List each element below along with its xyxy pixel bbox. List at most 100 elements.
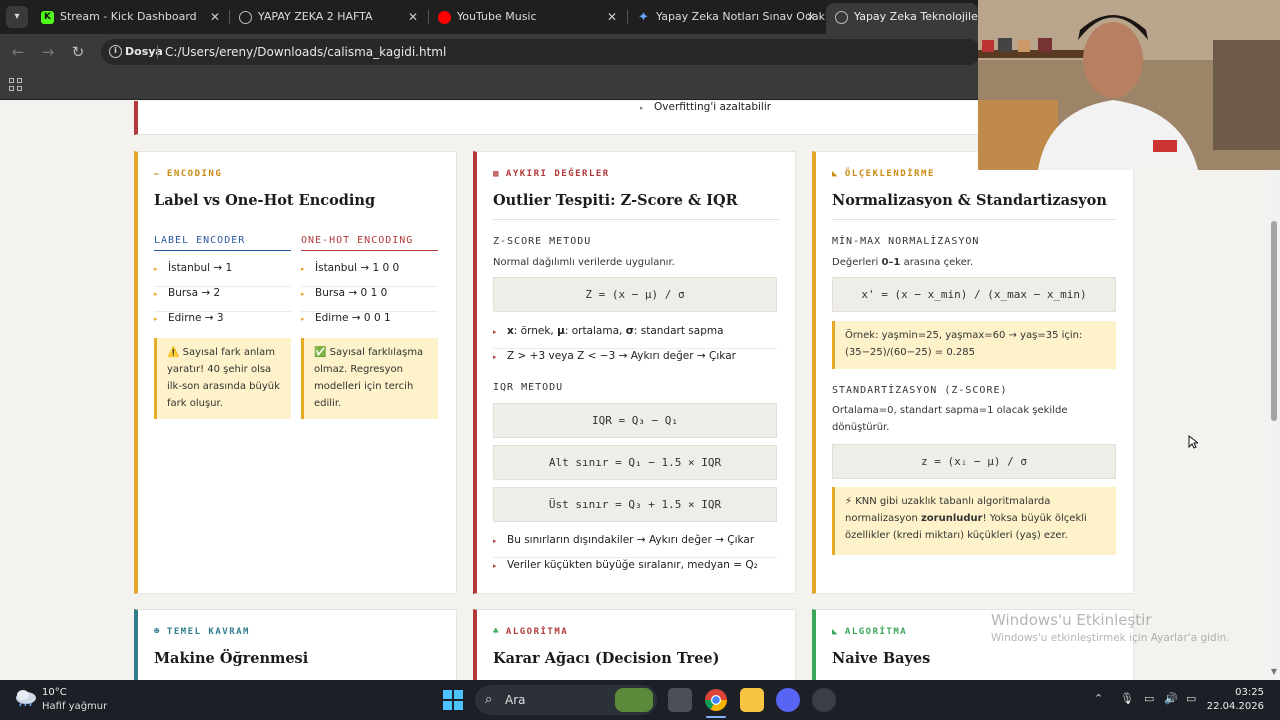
mouse-cursor-icon	[1188, 435, 1198, 449]
list-item: ▸ Edirne → 0 0 1	[301, 312, 391, 324]
back-arrow-icon[interactable]: ←	[8, 42, 28, 62]
ruler-icon: ◣	[832, 169, 839, 179]
close-icon[interactable]: ✕	[210, 3, 220, 31]
battery-icon[interactable]: ▭	[1186, 692, 1196, 705]
globe-icon	[239, 11, 252, 24]
reload-icon[interactable]: ↻	[68, 42, 88, 62]
discord-icon[interactable]	[776, 688, 800, 712]
list-item: ▸ Bursa → 2	[154, 287, 291, 312]
close-icon[interactable]: ✕	[607, 3, 617, 31]
tab-title: Stream - Kick Dashboard	[60, 10, 197, 23]
file-explorer-icon[interactable]	[740, 688, 764, 712]
tab-title: YAPAY ZEKA 2 HAFTA	[258, 10, 373, 23]
card-title: Naive Bayes	[832, 650, 931, 667]
chevron-up-icon[interactable]: ⌃	[1094, 692, 1103, 705]
volume-icon[interactable]: 🔊	[1164, 692, 1178, 705]
card-tag: ◣ ALGORİTMA	[832, 627, 908, 637]
list-item: ▸ Bu sınırların dışındakiler → Aykırı değ…	[493, 534, 777, 558]
card-divider	[493, 219, 779, 220]
standardization-formula: z = (xᵢ − μ) / σ	[832, 444, 1116, 479]
scroll-down-arrow-icon[interactable]: ▼	[1270, 668, 1278, 676]
list-item: ▸ Bursa → 0 1 0	[301, 287, 438, 312]
onehot-encoder-header: ONE-HOT ENCODING	[301, 235, 438, 251]
url-text[interactable]: C:/Users/ereny/Downloads/calisma_kagidi.…	[165, 39, 446, 65]
zscore-header: Z-SCORE METODU	[493, 236, 592, 247]
tab-yapay-zeka-notlari[interactable]: ✦ Yapay Zeka Notları Sınav Odaklı ✕	[628, 3, 826, 34]
vertical-scrollbar[interactable]: ▲ ▼	[1268, 101, 1280, 680]
kick-icon: K	[41, 11, 54, 24]
label-encoder-header: LABEL ENCODER	[154, 235, 291, 251]
chrome-icon[interactable]	[704, 688, 728, 712]
decision-tree-card: ♣ ALGORİTMA Karar Ağacı (Decision Tree)	[473, 609, 796, 680]
tab-search-chevron-icon[interactable]: ▾	[6, 6, 28, 28]
list-item: ▸ İstanbul → 1	[154, 262, 291, 287]
card-title: Karar Ağacı (Decision Tree)	[493, 650, 720, 667]
search-highlight-image	[615, 688, 653, 712]
card-tag: ▦ AYKIRI DEĞERLER	[493, 169, 610, 179]
scaling-card: ◣ ÖLÇEKLENDİRME Normalizasyon & Standarti…	[812, 151, 1134, 594]
list-item: ▸ Edirne → 3	[154, 312, 224, 324]
clock-date[interactable]: 22.04.2026	[1204, 701, 1264, 712]
tab-youtube-music[interactable]: YouTube Music ✕	[429, 3, 627, 34]
task-view-icon[interactable]	[668, 688, 692, 712]
omnibox[interactable]: i Dosya C:/Users/ereny/Downloads/calisma…	[101, 39, 981, 65]
card-divider	[832, 219, 1117, 220]
omnibox-divider	[157, 45, 158, 59]
zscore-description: Normal dağılımlı verilerde uygulanır.	[493, 257, 675, 268]
search-label: Ara	[505, 693, 526, 707]
card-tag: ◣ ÖLÇEKLENDİRME	[832, 169, 935, 179]
taskbar: 10°C Hafif yağmur ⌕ Ara ⌃ 🎙 ▭ 🔊 ▭ 03:25 …	[0, 680, 1280, 720]
zscore-formula: Z = (x − μ) / σ	[493, 277, 777, 312]
encoding-card: ✏ ENCODING Label vs One-Hot Encoding LABE…	[134, 151, 457, 594]
search-icon: ⌕	[485, 692, 493, 707]
gemini-icon: ✦	[638, 10, 649, 25]
windows-activation-watermark: Windows'u Etkinleştir Windows'u etkinleş…	[991, 611, 1230, 644]
success-note: ✅ Sayısal farklılaşma olmaz. Regresyon m…	[301, 338, 438, 419]
iqr-lower-bound-formula: Alt sınır = Q₁ − 1.5 × IQR	[493, 445, 777, 480]
page-viewport[interactable]: ▸ Overfitting'i azaltabilir ✏ ENCODING Lab…	[0, 101, 1268, 680]
close-icon[interactable]: ✕	[408, 3, 418, 31]
list-item: ▸ Veriler küçükten büyüğe sıralanır, medy…	[493, 559, 758, 571]
tab-yapay-zeka-2-hafta[interactable]: YAPAY ZEKA 2 HAFTA ✕	[230, 3, 428, 34]
machine-learning-card: ☻ TEMEL KAVRAM Makine Öğrenmesi	[134, 609, 457, 680]
tab-title: YouTube Music	[457, 10, 537, 23]
warning-note: ⚠️ Sayısal fark anlam yaratır! 40 şehir …	[154, 338, 291, 419]
watermark-subtitle: Windows'u etkinleştirmek için Ayarlar'a …	[991, 632, 1230, 644]
weather-condition[interactable]: Hafif yağmur	[42, 701, 107, 712]
apps-grid-icon[interactable]	[9, 78, 23, 92]
minmax-header: MİN-MAX NORMALİZASYON	[832, 236, 980, 247]
weather-temperature[interactable]: 10°C	[42, 687, 67, 698]
taskbar-search[interactable]: ⌕ Ara	[475, 685, 657, 715]
list-item: ▸ İstanbul → 1 0 0	[301, 262, 438, 287]
standardization-description: Ortalama=0, standart sapma=1 olacak şeki…	[832, 405, 1068, 433]
list-item: ▸ Overfitting'i azaltabilir	[640, 101, 772, 113]
close-icon[interactable]: ✕	[806, 3, 816, 31]
list-item: ▸ Z > +3 veya Z < −3 → Aykırı değer → Çık…	[493, 350, 736, 362]
tree-icon: ♣	[493, 627, 500, 637]
standardization-header: STANDARTİZASYON (Z-SCORE)	[832, 385, 1008, 396]
card-title: Normalizasyon & Standartizasyon	[832, 192, 1107, 209]
clock-time[interactable]: 03:25	[1234, 687, 1264, 698]
scrollbar-thumb[interactable]	[1271, 221, 1277, 421]
youtube-music-icon	[438, 11, 451, 24]
microphone-icon[interactable]: 🎙	[1120, 692, 1134, 705]
pencil-icon: ✏	[154, 169, 161, 179]
card-title: Label vs One-Hot Encoding	[154, 192, 376, 209]
chart-icon: ◣	[832, 627, 839, 637]
tab-kick-dashboard[interactable]: K Stream - Kick Dashboard ✕	[32, 3, 230, 34]
card-tag: ☻ TEMEL KAVRAM	[154, 627, 250, 637]
network-icon[interactable]: ▭	[1144, 692, 1154, 705]
rain-cloud-icon[interactable]	[14, 689, 38, 707]
tab-yapay-zeka-teknolojileri[interactable]: Yapay Zeka Teknolojileri – Sı	[826, 3, 978, 34]
active-app-indicator	[706, 716, 726, 718]
info-icon[interactable]: i	[109, 45, 122, 58]
windows-start-icon[interactable]	[443, 690, 463, 710]
app-icon[interactable]	[812, 688, 836, 712]
webcam-video	[978, 0, 1280, 170]
card-tag: ♣ ALGORİTMA	[493, 627, 569, 637]
forward-arrow-icon[interactable]: →	[38, 42, 58, 62]
outlier-card: ▦ AYKIRI DEĞERLER Outlier Tespiti: Z-Scor…	[473, 151, 796, 594]
knn-warning-note: ⚡ KNN gibi uzaklık tabanlı algoritmalard…	[832, 487, 1116, 555]
minmax-description: Değerleri 0–1 arasına çeker.	[832, 257, 974, 268]
robot-icon: ☻	[154, 627, 161, 637]
